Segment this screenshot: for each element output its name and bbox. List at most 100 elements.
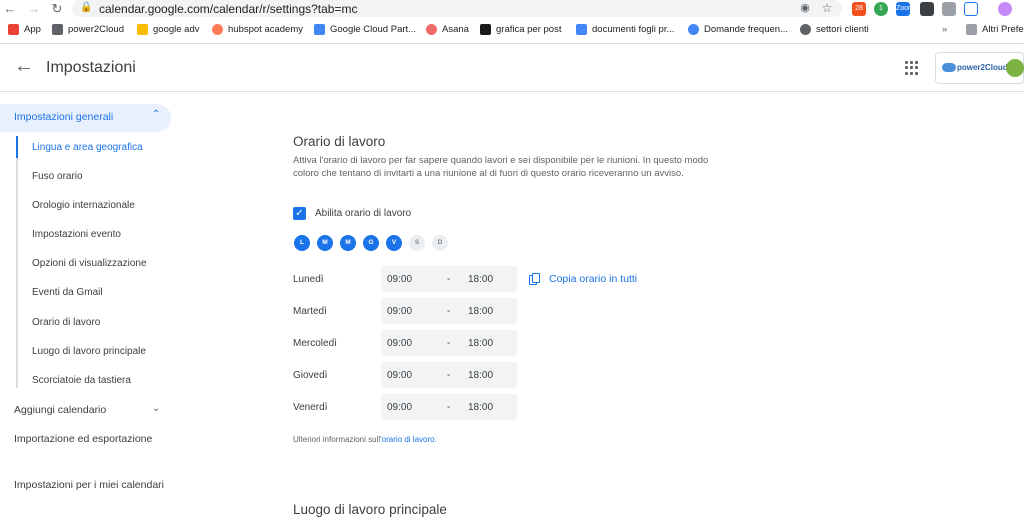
sidebar-item-working-location[interactable]: Luogo di lavoro principale [32, 346, 146, 357]
cloud-icon [942, 63, 956, 72]
end-time[interactable]: 18:00 [468, 306, 493, 317]
profile-avatar-icon[interactable] [998, 2, 1012, 16]
bookmark-app[interactable]: App [8, 24, 41, 35]
sidebar-item-working-hours[interactable]: Orario di lavoro [32, 317, 100, 328]
sidebar-item-import-export[interactable]: Importazione ed esportazione [14, 433, 152, 445]
sidebar-item-keyboard-shortcuts[interactable]: Scorciatoie da tastiera [32, 375, 131, 386]
google-ads-icon [137, 24, 148, 35]
url-text[interactable]: calendar.google.com/calendar/r/settings?… [99, 2, 358, 16]
day-toggle-ven[interactable]: V [386, 235, 402, 251]
sidebar-active-indicator [16, 136, 18, 158]
day-toggle-sab[interactable]: S [409, 235, 425, 251]
day-toggle-lun[interactable]: L [294, 235, 310, 251]
start-time[interactable]: 09:00 [387, 338, 412, 349]
end-time[interactable]: 18:00 [468, 402, 493, 413]
sidebar-item-world-clock[interactable]: Orologio internazionale [32, 200, 135, 211]
extension-zoom-icon[interactable]: Zoom [896, 2, 914, 16]
day-toggle-mar[interactable]: M [317, 235, 333, 251]
app-header: ← Impostazioni power2Cloud [0, 45, 1024, 92]
more-info-text: Ulteriori informazioni sull'orario di la… [293, 435, 437, 444]
google-cloud-icon [314, 24, 325, 35]
sidebar-item-general-label[interactable]: Impostazioni generali [14, 111, 113, 123]
spark-icon [480, 24, 491, 35]
logo-text: power2Cloud [957, 63, 1008, 72]
docs-icon [576, 24, 587, 35]
time-range-field[interactable]: 09:00 - 18:00 [381, 362, 517, 388]
chevron-up-icon[interactable]: ⌃ [152, 109, 160, 120]
bookmark-google-cloud[interactable]: Google Cloud Part... [314, 24, 416, 35]
chevron-down-icon[interactable]: ⌄ [152, 403, 160, 414]
time-separator: - [447, 306, 451, 317]
extension-camera-icon[interactable] [920, 2, 934, 16]
google-apps-icon[interactable] [905, 61, 919, 75]
enable-working-hours-label[interactable]: Abilita orario di lavoro [315, 208, 411, 219]
time-separator: - [447, 274, 451, 285]
time-range-field[interactable]: 09:00 - 18:00 [381, 330, 517, 356]
bookmark-settori[interactable]: settori clienti [800, 24, 869, 35]
schedule-day-label: Giovedì [293, 370, 328, 381]
folder-icon [966, 24, 977, 35]
start-time[interactable]: 09:00 [387, 274, 412, 285]
working-hours-description: Attiva l'orario di lavoro per far sapere… [293, 155, 709, 179]
back-icon[interactable]: ← [2, 1, 18, 16]
copy-hours-to-all-button[interactable]: Copia orario in tutti [529, 271, 637, 287]
start-time[interactable]: 09:00 [387, 370, 412, 381]
day-toggle-gio[interactable]: G [363, 235, 379, 251]
bookmark-documenti[interactable]: documenti fogli pr... [576, 24, 674, 35]
asana-icon [426, 24, 437, 35]
sidebar-item-add-calendar[interactable]: Aggiungi calendario [14, 404, 106, 416]
section-title-working-location: Luogo di lavoro principale [293, 502, 447, 517]
sidebar-item-timezone[interactable]: Fuso orario [32, 171, 83, 182]
avatar[interactable] [1006, 59, 1024, 77]
day-toggle-mer[interactable]: M [340, 235, 356, 251]
day-toggle-dom[interactable]: D [432, 235, 448, 251]
globe-icon [52, 24, 63, 35]
sidebar-item-view-options[interactable]: Opzioni di visualizzazione [32, 258, 147, 269]
start-time[interactable]: 09:00 [387, 306, 412, 317]
back-arrow-icon[interactable]: ← [14, 55, 34, 78]
working-hours-help-link[interactable]: orario di lavoro [382, 435, 435, 444]
time-range-field[interactable]: 09:00 - 18:00 [381, 266, 517, 292]
sidebar-group-my-calendars: Impostazioni per i miei calendari [14, 479, 164, 491]
google-icon [688, 24, 699, 35]
extension-badge-icon[interactable]: 1 [874, 2, 888, 16]
sidebar-tree-line [16, 136, 18, 388]
extension-calendar-icon[interactable]: 28 [852, 2, 866, 16]
bookmark-grafica[interactable]: grafica per post [480, 24, 561, 35]
account-logo[interactable]: power2Cloud [935, 52, 1024, 84]
star-icon[interactable]: ☆ [819, 1, 835, 15]
bookmark-hubspot[interactable]: hubspot academy [212, 24, 303, 35]
extension-info-icon[interactable] [964, 2, 978, 16]
schedule-day-label: Venerdì [293, 402, 328, 413]
lock-icon[interactable]: 🔒 [80, 2, 92, 13]
enable-working-hours-checkbox[interactable]: ✓ [293, 207, 306, 220]
time-separator: - [447, 370, 451, 381]
sidebar-item-gmail-events[interactable]: Eventi da Gmail [32, 287, 103, 298]
page-title: Impostazioni [46, 59, 136, 76]
eye-icon[interactable]: ◉ [797, 1, 813, 14]
browser-toolbar: ← → ↻ 🔒 calendar.google.com/calendar/r/s… [0, 0, 1024, 18]
forward-icon[interactable]: → [26, 1, 42, 16]
schedule-day-label: Lunedì [293, 274, 324, 285]
sidebar-item-language[interactable]: Lingua e area geografica [32, 142, 143, 153]
time-separator: - [447, 338, 451, 349]
extension-gear-icon[interactable] [942, 2, 956, 16]
bookmark-site-icon [800, 24, 811, 35]
bookmark-power2cloud[interactable]: power2Cloud [52, 24, 124, 35]
sidebar-item-event-settings[interactable]: Impostazioni evento [32, 229, 121, 240]
time-separator: - [447, 402, 451, 413]
more-bookmarks-icon[interactable]: » [942, 24, 947, 35]
bookmark-asana[interactable]: Asana [426, 24, 469, 35]
end-time[interactable]: 18:00 [468, 370, 493, 381]
settings-sidebar: Impostazioni generali ⌃ Lingua e area ge… [0, 92, 180, 520]
start-time[interactable]: 09:00 [387, 402, 412, 413]
hubspot-icon [212, 24, 223, 35]
reload-icon[interactable]: ↻ [49, 1, 65, 17]
end-time[interactable]: 18:00 [468, 274, 493, 285]
end-time[interactable]: 18:00 [468, 338, 493, 349]
bookmark-other-folder[interactable]: Altri Prefer [966, 24, 1024, 35]
bookmark-domande[interactable]: Domande frequen... [688, 24, 788, 35]
bookmark-google-adv[interactable]: google adv [137, 24, 199, 35]
time-range-field[interactable]: 09:00 - 18:00 [381, 394, 517, 420]
time-range-field[interactable]: 09:00 - 18:00 [381, 298, 517, 324]
